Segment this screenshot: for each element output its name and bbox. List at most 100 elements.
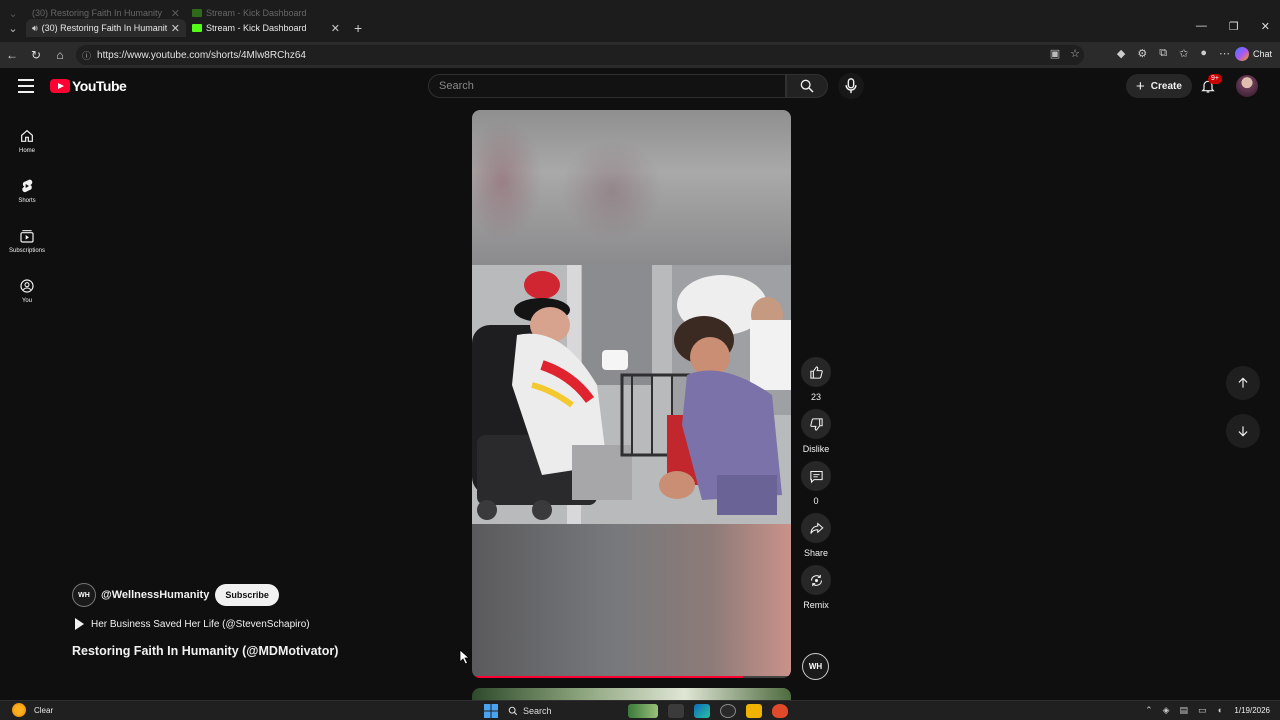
file-explorer-icon[interactable] — [746, 704, 762, 718]
linked-video-link[interactable]: Her Business Saved Her Life (@StevenScha… — [72, 618, 338, 630]
you-icon — [20, 279, 34, 293]
tab-title: (30) Restoring Faith In Humanity — [41, 23, 167, 33]
network-icon[interactable]: ▭ — [1198, 705, 1207, 716]
kick-favicon-icon — [192, 9, 202, 17]
comment-count: 0 — [813, 496, 819, 506]
tray-overflow-chevron-icon[interactable]: ⌃ — [1145, 705, 1153, 716]
voice-search-button[interactable] — [838, 73, 864, 99]
sidebar-item-label: Subscriptions — [8, 248, 46, 254]
widgets-icon[interactable] — [628, 704, 658, 718]
like-button[interactable] — [801, 357, 831, 387]
sidebar-item-label: Shorts — [18, 198, 36, 204]
sidebar-item-subscriptions[interactable]: Subscriptions — [0, 216, 54, 266]
sidebar-item-shorts[interactable]: Shorts — [0, 166, 54, 216]
youtube-logo[interactable]: YouTube — [50, 78, 127, 94]
back-arrow-icon[interactable]: ← — [0, 48, 24, 62]
search-input[interactable] — [439, 80, 785, 92]
sidebar-item-label: You — [21, 298, 33, 304]
close-tab-icon[interactable]: ✕ — [331, 22, 340, 35]
create-label: Create — [1150, 80, 1182, 92]
kick-favicon-icon — [192, 24, 202, 32]
remix-action: Remix — [797, 565, 835, 610]
video-frame — [472, 265, 791, 524]
tab-kick-dashboard[interactable]: Stream - Kick Dashboard ✕ — [186, 19, 346, 37]
short-title: Restoring Faith In Humanity (@MDMotivato… — [72, 644, 339, 658]
clock-app-icon[interactable] — [720, 704, 736, 718]
sidebar-item-label: Home — [18, 148, 35, 154]
channel-avatar[interactable]: WH — [72, 583, 96, 607]
close-tab-icon[interactable]: ✕ — [171, 22, 180, 35]
next-short-preview[interactable] — [472, 688, 791, 700]
linked-video-title: Her Business Saved Her Life (@StevenScha… — [91, 618, 310, 630]
favorite-star-icon[interactable]: ☆ — [1070, 47, 1080, 60]
system-tray: ⌃ ◈ ▤ ▭ ◖ — [1145, 705, 1222, 716]
home-icon — [21, 129, 33, 142]
share-button[interactable] — [801, 513, 831, 543]
remix-label: Remix — [803, 600, 829, 610]
next-short-button[interactable] — [1226, 414, 1260, 448]
comments-action: 0 — [797, 461, 835, 506]
taskbar-search[interactable]: Search — [508, 703, 618, 719]
share-icon — [809, 521, 824, 534]
video-progress-bar[interactable] — [472, 676, 791, 678]
channel-handle[interactable]: @WellnessHumanity — [101, 589, 209, 601]
hamburger-menu-icon[interactable] — [18, 79, 34, 93]
extensions-puzzle-icon[interactable]: ⚙ — [1137, 47, 1147, 60]
video-frame-image — [472, 265, 791, 524]
tray-app-icon[interactable]: ◈ — [1163, 705, 1170, 716]
like-count: 23 — [810, 392, 821, 402]
share-action: Share — [797, 513, 835, 558]
account-avatar[interactable] — [1236, 75, 1258, 97]
channel-avatar-button[interactable]: WH — [802, 653, 829, 680]
new-tab-plus-icon[interactable]: + — [354, 20, 362, 36]
subscribe-button[interactable]: Subscribe — [215, 584, 279, 606]
restore-icon[interactable]: ❐ — [1229, 20, 1239, 33]
edge-browser-icon[interactable] — [694, 704, 710, 718]
split-screen-icon[interactable]: ⧉ — [1159, 47, 1167, 60]
brave-browser-icon[interactable] — [772, 704, 788, 718]
address-bar[interactable]: ⓘ https://www.youtube.com/shorts/4Mlw8RC… — [76, 45, 1084, 65]
search-icon — [800, 79, 814, 93]
tab-row: ⌄ 🔊︎ (30) Restoring Faith In Humanity ✕ … — [0, 19, 362, 95]
taskbar-clock[interactable]: 1/19/2026 — [1234, 703, 1270, 719]
comments-button[interactable] — [801, 461, 831, 491]
mini-guide-sidebar: Home Shorts Subscriptions You — [0, 116, 54, 316]
taskbar-apps: Search — [484, 703, 788, 719]
tray-app-icon[interactable]: ▤ — [1180, 705, 1189, 716]
windows-start-icon[interactable] — [484, 704, 498, 718]
task-view-icon[interactable] — [668, 704, 684, 718]
volume-icon[interactable]: ◖ — [1217, 705, 1222, 716]
tab-youtube[interactable]: 🔊︎ (30) Restoring Faith In Humanity ✕ — [0, 19, 186, 95]
more-options-icon[interactable]: ⋯ — [1219, 47, 1230, 60]
comment-icon — [809, 470, 823, 483]
app-available-icon[interactable]: ▣ — [1050, 47, 1060, 60]
previous-short-button[interactable] — [1226, 366, 1260, 400]
sidebar-item-you[interactable]: You — [0, 266, 54, 316]
shorts-video-player[interactable] — [472, 110, 791, 678]
create-button[interactable]: + Create — [1126, 74, 1192, 98]
profile-icon[interactable]: ● — [1200, 47, 1207, 60]
thumbs-up-icon — [809, 365, 823, 379]
search-button[interactable] — [786, 74, 828, 98]
ghost-tab-title: Stream - Kick Dashboard — [206, 8, 307, 18]
weather-widget[interactable]: Clear — [12, 703, 53, 717]
copilot-chat-button[interactable]: Chat — [1234, 47, 1272, 61]
home-button-icon[interactable]: ⌂ — [48, 48, 72, 62]
speaker-icon[interactable]: 🔊︎ — [32, 23, 38, 34]
notification-badge: 9+ — [1208, 74, 1222, 84]
extension-diamond-icon[interactable]: ◆ — [1117, 47, 1125, 60]
window-close-icon[interactable]: ✕ — [1261, 20, 1270, 33]
dislike-button[interactable] — [801, 409, 831, 439]
remix-button[interactable] — [801, 565, 831, 595]
reload-icon[interactable]: ↻ — [24, 48, 48, 62]
favorites-icon[interactable]: ✩ — [1179, 47, 1188, 60]
like-action: 23 — [797, 357, 835, 402]
short-metadata: WH @WellnessHumanity Subscribe Her Busin… — [72, 583, 338, 658]
tab-actions-chevron-icon[interactable]: ⌄ — [0, 22, 26, 35]
site-info-icon[interactable]: ⓘ — [82, 49, 91, 62]
microphone-icon — [845, 78, 857, 94]
chat-label: Chat — [1252, 49, 1272, 59]
notifications-button[interactable]: 9+ — [1198, 74, 1222, 96]
sidebar-item-home[interactable]: Home — [0, 116, 54, 166]
minimize-icon[interactable]: — — [1196, 20, 1207, 33]
